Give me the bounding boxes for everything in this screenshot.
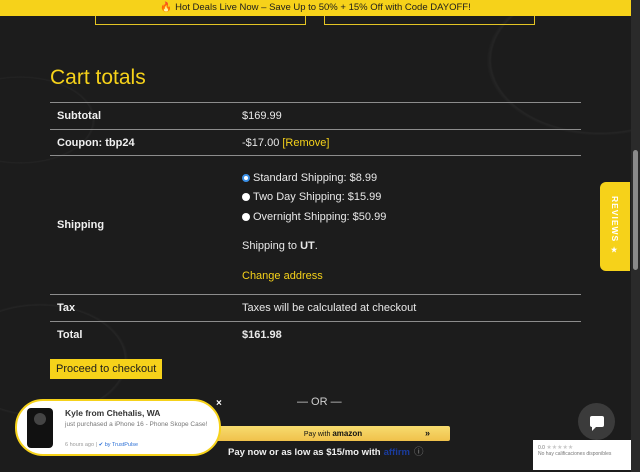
chevron-right-icon: » bbox=[424, 428, 430, 438]
affirm-promo: Pay now or as low as $15/mo with affirm ⓘ bbox=[228, 444, 424, 458]
proceed-to-checkout-button[interactable]: Proceed to checkout bbox=[50, 359, 163, 379]
total-row: Total $161.98 bbox=[50, 321, 581, 349]
shipping-row: Shipping Standard Shipping: $8.99 Two Da… bbox=[50, 155, 581, 295]
coupon-row: Coupon: tbp24 -$17.00 [Remove] bbox=[50, 129, 581, 156]
info-icon[interactable]: ⓘ bbox=[414, 447, 424, 458]
reviews-tab-label: REVIEWS ★ bbox=[610, 196, 620, 257]
purchase-time: 6 hours ago bbox=[65, 442, 95, 448]
subtotal-value: $169.99 bbox=[242, 110, 282, 122]
radio-overnight[interactable] bbox=[242, 212, 250, 221]
amazon-prefix: Pay with bbox=[303, 431, 331, 438]
shipping-option-standard[interactable]: Standard Shipping: $8.99 bbox=[242, 168, 581, 188]
cart-totals-title: Cart totals bbox=[50, 66, 146, 89]
coupon-label: Coupon: tbp24 bbox=[57, 136, 135, 149]
tax-value: Taxes will be calculated at checkout bbox=[242, 302, 417, 314]
top-box-left bbox=[95, 16, 306, 25]
shipping-destination: Shipping to UT. bbox=[242, 240, 581, 252]
affirm-logo: affirm bbox=[383, 447, 410, 458]
amazon-logo: amazon bbox=[332, 429, 363, 438]
tax-row: Tax Taxes will be calculated at checkout bbox=[50, 294, 581, 322]
coupon-remove-link[interactable]: [Remove] bbox=[282, 137, 329, 149]
cart-totals-table: Subtotal $169.99 Coupon: tbp24 -$17.00 [… bbox=[50, 102, 581, 349]
rating-widget[interactable]: 0.0 ★★★★★ No hay calificaciones disponib… bbox=[533, 440, 631, 470]
subtotal-label: Subtotal bbox=[57, 110, 101, 122]
affirm-text: Pay now or as low as $15/mo with bbox=[228, 447, 381, 458]
coupon-cell: -$17.00 [Remove] bbox=[242, 130, 581, 156]
shipping-option-label: Two Day Shipping: $15.99 bbox=[253, 191, 382, 203]
shipping-option-label: Overnight Shipping: $50.99 bbox=[253, 210, 387, 223]
purchase-meta: 6 hours ago | ✔ by TrustPulse bbox=[65, 442, 139, 448]
trustpulse-notification[interactable]: Kyle from Chehalis, WA just purchased a … bbox=[15, 399, 221, 456]
purchase-description: just purchased a iPhone 16 - Phone Skope… bbox=[65, 421, 208, 428]
product-image bbox=[27, 408, 53, 448]
shipping-to-suffix: . bbox=[314, 240, 318, 253]
radio-standard[interactable] bbox=[242, 173, 250, 182]
tax-label: Tax bbox=[57, 302, 76, 314]
radio-two-day[interactable] bbox=[242, 193, 250, 201]
total-value: $161.98 bbox=[242, 329, 282, 342]
trustpulse-credit[interactable]: by TrustPulse bbox=[105, 442, 138, 448]
scrollbar-track[interactable] bbox=[631, 0, 640, 472]
shipping-option-two-day[interactable]: Two Day Shipping: $15.99 bbox=[242, 187, 581, 207]
chat-bubble-icon bbox=[589, 416, 604, 431]
subtotal-row: Subtotal $169.99 bbox=[50, 102, 581, 130]
shipping-label: Shipping bbox=[57, 219, 105, 231]
shipping-option-overnight[interactable]: Overnight Shipping: $50.99 bbox=[242, 207, 581, 227]
shipping-to-prefix: Shipping to bbox=[242, 240, 301, 253]
promo-text: Hot Deals Live Now – Save Up to 50% + 15… bbox=[175, 2, 471, 13]
close-icon[interactable]: × bbox=[216, 398, 222, 409]
pay-with-amazon-button[interactable]: Pay with amazon » bbox=[216, 426, 450, 441]
rating-text: No hay calificaciones disponibles bbox=[538, 451, 612, 457]
shipping-option-label: Standard Shipping: $8.99 bbox=[253, 171, 378, 184]
fire-icon: 🔥 bbox=[160, 2, 173, 13]
scrollbar-thumb[interactable] bbox=[633, 150, 638, 270]
shipping-cell: Standard Shipping: $8.99 Two Day Shippin… bbox=[242, 156, 581, 295]
check-icon: ✔ bbox=[98, 442, 104, 448]
total-label: Total bbox=[57, 329, 83, 342]
reviews-tab[interactable]: REVIEWS ★ bbox=[600, 182, 630, 271]
promo-banner[interactable]: 🔥 Hot Deals Live Now – Save Up to 50% + 1… bbox=[0, 0, 631, 16]
top-box-right bbox=[324, 16, 535, 25]
or-divider: — OR — bbox=[297, 396, 342, 408]
shipping-to-state: UT bbox=[300, 240, 315, 253]
change-address-link[interactable]: Change address bbox=[242, 270, 581, 282]
coupon-value: -$17.00 bbox=[242, 136, 280, 149]
chat-button[interactable] bbox=[578, 403, 615, 440]
buyer-name: Kyle from Chehalis, WA bbox=[65, 408, 161, 418]
